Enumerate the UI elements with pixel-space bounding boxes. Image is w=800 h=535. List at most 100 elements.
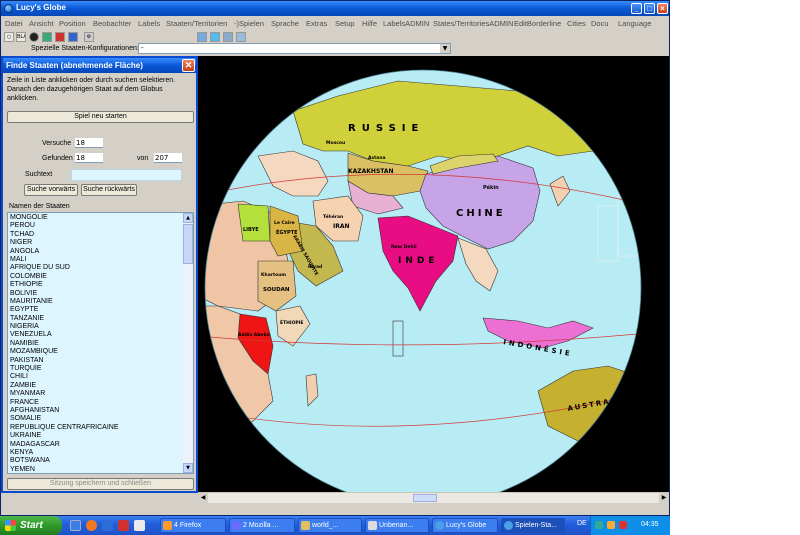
- chevron-up-icon[interactable]: ▲: [183, 213, 193, 223]
- list-item[interactable]: NIGER: [10, 239, 182, 247]
- quicklaunch-a-icon[interactable]: [102, 520, 113, 531]
- list-item[interactable]: AFRIQUE DU SUD: [10, 264, 182, 272]
- desktop-icon[interactable]: [70, 520, 81, 531]
- quicklaunch-b-icon[interactable]: [118, 520, 129, 531]
- list-item[interactable]: ÉTHIOPIE: [10, 281, 182, 289]
- menu-sprache[interactable]: Sprache: [271, 19, 299, 28]
- chevron-down-icon[interactable]: ▼: [440, 44, 450, 53]
- list-item[interactable]: CHILI: [10, 373, 182, 381]
- maximize-button[interactable]: □: [644, 3, 655, 14]
- list-item[interactable]: ANGOLA: [10, 248, 182, 256]
- menu-states-territoriesadmin[interactable]: States/TerritoriesADMIN: [433, 19, 513, 28]
- menu-setup[interactable]: Setup: [335, 19, 355, 28]
- list-item[interactable]: FRANCE: [10, 399, 182, 407]
- task-lucys-globe[interactable]: Lucy's Globe: [432, 518, 498, 533]
- grid-icon[interactable]: [55, 32, 65, 42]
- list-item[interactable]: MONGOLIE: [10, 214, 182, 222]
- list-item[interactable]: TURQUIE: [10, 365, 182, 373]
- task-mozilla[interactable]: 2 Mozilla ...: [229, 518, 295, 533]
- start-button[interactable]: Start: [0, 516, 62, 535]
- circle-icon[interactable]: ○: [4, 32, 14, 42]
- list-scrollbar[interactable]: ▲ ▼: [183, 213, 193, 473]
- security-icon[interactable]: [607, 521, 615, 529]
- states-listbox[interactable]: MONGOLIE PÉROU TCHAD NIGER ANGOLA MALI A…: [7, 212, 194, 474]
- menu-hilfe[interactable]: Hilfe: [362, 19, 377, 28]
- list-item[interactable]: COLOMBIE: [10, 273, 182, 281]
- task-firefox[interactable]: 4 Firefox: [160, 518, 226, 533]
- list-item[interactable]: ZAMBIE: [10, 382, 182, 390]
- list-item[interactable]: MAURITANIE: [10, 298, 182, 306]
- globe-svg[interactable]: RUSSIE Moscou Astana KAZAKHSTAN CHINE Pé…: [198, 56, 669, 492]
- list-item[interactable]: PÉROU: [10, 222, 182, 230]
- menu-cities[interactable]: Cities: [567, 19, 586, 28]
- task-world[interactable]: world_...: [298, 518, 362, 533]
- list-item[interactable]: SOMALIE: [10, 415, 182, 423]
- dark-globe-icon[interactable]: [29, 32, 39, 42]
- list-item[interactable]: MALI: [10, 256, 182, 264]
- language-indicator[interactable]: DE: [577, 520, 587, 527]
- list-item[interactable]: VENEZUELA: [10, 331, 182, 339]
- region-libya[interactable]: [237, 203, 271, 242]
- list-item[interactable]: TANZANIE: [10, 315, 182, 323]
- menu-position[interactable]: Position: [59, 19, 86, 28]
- firefox-icon[interactable]: [86, 520, 97, 531]
- menu-datei[interactable]: Datei: [5, 19, 23, 28]
- list-item[interactable]: BOTSWANA: [10, 457, 182, 465]
- list-item[interactable]: UKRAINE: [10, 432, 182, 440]
- list-scroll-thumb[interactable]: [183, 224, 193, 264]
- menu-staaten-territorien[interactable]: Staaten/Territorien: [166, 19, 227, 28]
- horizontal-scrollbar[interactable]: ◀ ▶: [198, 492, 669, 503]
- list-item[interactable]: AFGHANISTAN: [10, 407, 182, 415]
- list-item[interactable]: TCHAD: [10, 231, 182, 239]
- chart-icon[interactable]: [68, 32, 78, 42]
- menu-docu[interactable]: Docu: [591, 19, 609, 28]
- restart-game-button[interactable]: Spiel neu starten: [7, 111, 194, 123]
- list-item[interactable]: YÉMEN: [10, 466, 182, 473]
- menu-extras[interactable]: Extras: [306, 19, 327, 28]
- menu-ansicht[interactable]: Ansicht: [29, 19, 54, 28]
- scroll-right-icon[interactable]: ▶: [659, 493, 669, 503]
- save-and-close-button[interactable]: Sitzung speichern und schließen: [7, 478, 194, 490]
- gear-icon[interactable]: ⚙: [84, 32, 94, 42]
- network-icon[interactable]: [595, 521, 603, 529]
- menu-editborderline[interactable]: EditBorderline: [514, 19, 561, 28]
- search-forward-button[interactable]: Suche vorwärts: [24, 184, 78, 196]
- dialog-close-icon[interactable]: ✕: [182, 59, 195, 72]
- config-select[interactable]: - ▼: [138, 43, 451, 54]
- tile-icon[interactable]: [42, 32, 52, 42]
- list-item[interactable]: PAKISTAN: [10, 357, 182, 365]
- list-item[interactable]: MYANMAR: [10, 390, 182, 398]
- list-item[interactable]: BOLIVIE: [10, 290, 182, 298]
- menu-language[interactable]: Language: [618, 19, 651, 28]
- tool-d-icon[interactable]: [236, 32, 246, 42]
- antivirus-icon[interactable]: [619, 521, 627, 529]
- label-new-delhi: New Dehli: [391, 244, 417, 250]
- menu-labels[interactable]: Labels: [138, 19, 160, 28]
- tool-c-icon[interactable]: [223, 32, 233, 42]
- menu-labelsadmin[interactable]: LabelsADMIN: [383, 19, 429, 28]
- minimize-button[interactable]: _: [631, 3, 642, 14]
- quicklaunch-c-icon[interactable]: [134, 520, 145, 531]
- menu-beobachter[interactable]: Beobachter: [93, 19, 131, 28]
- list-item[interactable]: MOZAMBIQUE: [10, 348, 182, 356]
- list-item[interactable]: ÉGYPTE: [10, 306, 182, 314]
- list-item[interactable]: KENYA: [10, 449, 182, 457]
- tool-b-icon[interactable]: [210, 32, 220, 42]
- scroll-left-icon[interactable]: ◀: [198, 493, 208, 503]
- tool-a-icon[interactable]: [197, 32, 207, 42]
- list-item[interactable]: NIGÉRIA: [10, 323, 182, 331]
- close-button[interactable]: ×: [657, 3, 668, 14]
- search-input[interactable]: [71, 169, 182, 181]
- list-item[interactable]: MADAGASCAR: [10, 441, 182, 449]
- list-item[interactable]: NAMIBIE: [10, 340, 182, 348]
- task-unbenannt[interactable]: Unbenan...: [365, 518, 429, 533]
- list-item[interactable]: RÉPUBLIQUE CENTRAFRICAINE: [10, 424, 182, 432]
- search-backward-button[interactable]: Suche rückwärts: [81, 184, 137, 196]
- scroll-thumb[interactable]: [413, 494, 437, 502]
- globe-map[interactable]: RUSSIE Moscou Astana KAZAKHSTAN CHINE Pé…: [198, 56, 669, 492]
- found-field: 18: [75, 153, 103, 163]
- menu-spielen[interactable]: -)Spielen: [234, 19, 264, 28]
- bla-button[interactable]: BLA: [16, 32, 26, 42]
- task-spielen-start[interactable]: Spielen-Sta...: [501, 518, 565, 533]
- chevron-down-icon[interactable]: ▼: [183, 463, 193, 473]
